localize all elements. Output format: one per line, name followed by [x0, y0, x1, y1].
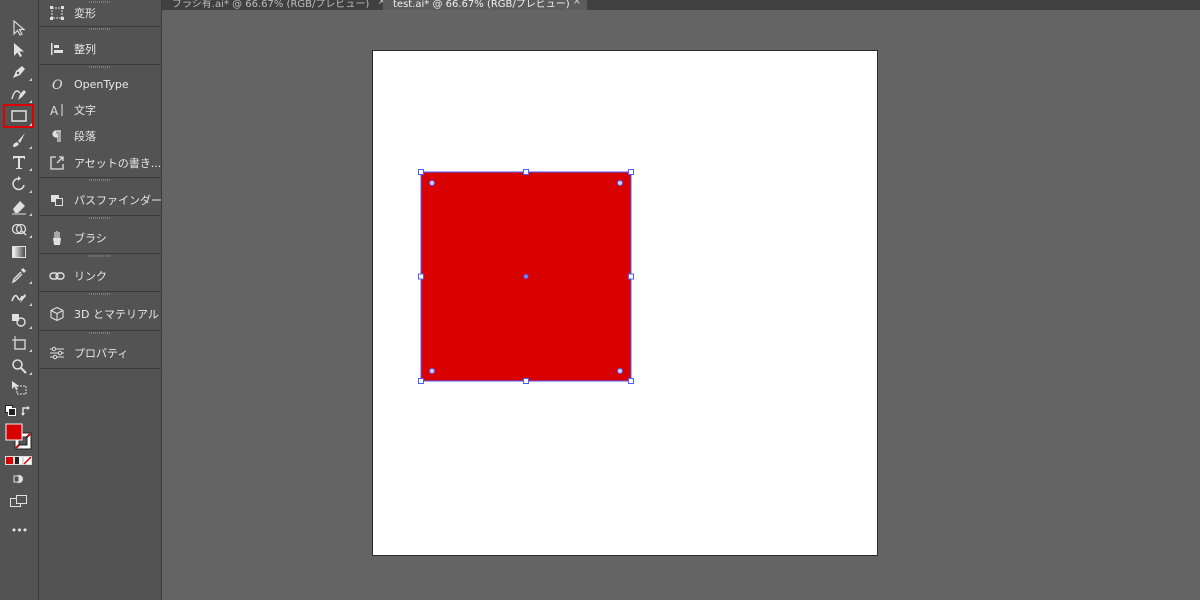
- symbol-sprayer-tool[interactable]: [5, 309, 33, 330]
- more-tools-button[interactable]: •••: [0, 524, 38, 537]
- rotate-icon: [12, 175, 25, 190]
- panel-group-align: 整列: [39, 27, 161, 65]
- document-tab-bar: ブラシ有.ai* @ 66.67% (RGB/プレビュー) × test.ai*…: [162, 0, 1200, 10]
- document-tab-1[interactable]: ブラシ有.ai* @ 66.67% (RGB/プレビュー) ×: [162, 0, 393, 10]
- selection-tool[interactable]: [5, 17, 33, 38]
- panel-properties[interactable]: プロパティ: [39, 337, 161, 368]
- tools-panel: •••: [0, 0, 39, 600]
- zoom-icon: [12, 358, 27, 374]
- eyedropper-icon: [11, 267, 26, 283]
- align-icon: [49, 41, 65, 57]
- arrow-filled-icon: [14, 42, 24, 57]
- zoom-tool[interactable]: [5, 355, 33, 376]
- artboard-tool[interactable]: [5, 332, 33, 353]
- artboard-icon: [12, 335, 26, 350]
- panel-group-links: リンク: [39, 254, 161, 292]
- gradient-tool[interactable]: [5, 241, 33, 262]
- eraser-tool[interactable]: [5, 196, 33, 217]
- panel-asset-export-label: アセットの書き...: [74, 157, 161, 170]
- panel-3d-materials-label: 3D とマテリアル: [74, 308, 159, 321]
- draw-mode-icon[interactable]: [12, 473, 26, 485]
- panel-brushes-label: ブラシ: [74, 231, 107, 245]
- curvature-tool[interactable]: [5, 83, 33, 104]
- gradient-icon: [12, 245, 26, 258]
- svg-text:O: O: [52, 78, 63, 92]
- default-colors-icon[interactable]: [5, 405, 33, 419]
- svg-text:A: A: [50, 104, 59, 118]
- panel-group-properties: プロパティ: [39, 331, 161, 369]
- type-icon: [13, 155, 25, 169]
- panel-group-brushes: ブラシ: [39, 216, 161, 254]
- opentype-icon: O: [49, 76, 65, 92]
- rectangle-icon: [10, 110, 27, 122]
- symbol-sprayer-icon: [12, 313, 26, 327]
- panel-paragraph-label: 段落: [74, 130, 96, 143]
- panel-align-label: 整列: [74, 42, 96, 56]
- brush-panel-icon: [49, 230, 65, 246]
- panel-opentype[interactable]: O OpenType: [39, 71, 161, 97]
- panel-group-pathfinder: パスファインダー: [39, 178, 161, 216]
- color-mode-buttons[interactable]: [5, 456, 33, 466]
- close-icon[interactable]: ×: [573, 0, 581, 7]
- character-icon: A: [49, 102, 65, 118]
- link-icon: [49, 268, 65, 284]
- paintbrush-tool[interactable]: [5, 129, 33, 150]
- arrow-outline-icon: [13, 19, 26, 36]
- eyedropper-tool[interactable]: [5, 264, 33, 285]
- red-rectangle[interactable]: [421, 172, 631, 381]
- direct-selection-tool[interactable]: [5, 39, 33, 60]
- panel-3d-materials[interactable]: 3D とマテリアル: [39, 298, 161, 330]
- panel-asset-export[interactable]: アセットの書き...: [39, 149, 161, 177]
- frame-select-tool[interactable]: [5, 377, 33, 398]
- rotate-tool[interactable]: [5, 173, 33, 194]
- panel-dock: 変形 整列 O OpenType A 文字 段落 アセットの書き... パスファ…: [39, 0, 162, 600]
- pathfinder-icon: [49, 192, 65, 208]
- panel-transform[interactable]: 変形: [39, 0, 161, 26]
- puppet-warp-tool[interactable]: [5, 286, 33, 307]
- pen-icon: [13, 65, 25, 78]
- panel-group-type: O OpenType A 文字 段落 アセットの書き...: [39, 65, 161, 178]
- curvature-icon: [11, 89, 26, 100]
- panel-links[interactable]: リンク: [39, 260, 161, 291]
- panel-properties-label: プロパティ: [74, 346, 129, 360]
- asset-export-icon: [49, 155, 65, 171]
- panel-pathfinder-label: パスファインダー: [74, 193, 161, 207]
- eraser-icon: [12, 200, 26, 214]
- document-tab-2-label: test.ai* @ 66.67% (RGB/プレビュー): [393, 0, 570, 10]
- fill-stroke-swatch[interactable]: [5, 423, 33, 451]
- shape-builder-icon: [11, 223, 27, 236]
- panel-brushes[interactable]: ブラシ: [39, 222, 161, 253]
- pen-tool[interactable]: [5, 61, 33, 82]
- document-tab-2[interactable]: test.ai* @ 66.67% (RGB/プレビュー) ×: [383, 0, 587, 10]
- transform-icon: [49, 5, 65, 21]
- panel-group-transform: 変形: [39, 0, 161, 27]
- panel-transform-label: 変形: [74, 7, 96, 20]
- panel-align[interactable]: 整列: [39, 33, 161, 64]
- panel-opentype-label: OpenType: [74, 77, 129, 91]
- type-tool[interactable]: [5, 151, 33, 172]
- document-tab-1-label: ブラシ有.ai* @ 66.67% (RGB/プレビュー): [172, 0, 370, 10]
- panel-character-label: 文字: [74, 104, 96, 117]
- 3d-cube-icon: [49, 306, 65, 322]
- panel-paragraph[interactable]: 段落: [39, 123, 161, 149]
- panel-pathfinder[interactable]: パスファインダー: [39, 184, 161, 215]
- shape-builder-tool[interactable]: [5, 218, 33, 239]
- screen-mode-icon[interactable]: [10, 494, 28, 508]
- puppet-warp-icon: [11, 293, 26, 303]
- panel-links-label: リンク: [74, 269, 107, 283]
- frame-select-icon: [12, 380, 27, 394]
- rectangle-tool[interactable]: [3, 104, 34, 128]
- panel-character[interactable]: A 文字: [39, 97, 161, 123]
- properties-icon: [49, 345, 65, 361]
- panel-group-3d: 3D とマテリアル: [39, 292, 161, 331]
- brush-icon: [13, 132, 25, 147]
- paragraph-icon: [49, 128, 65, 144]
